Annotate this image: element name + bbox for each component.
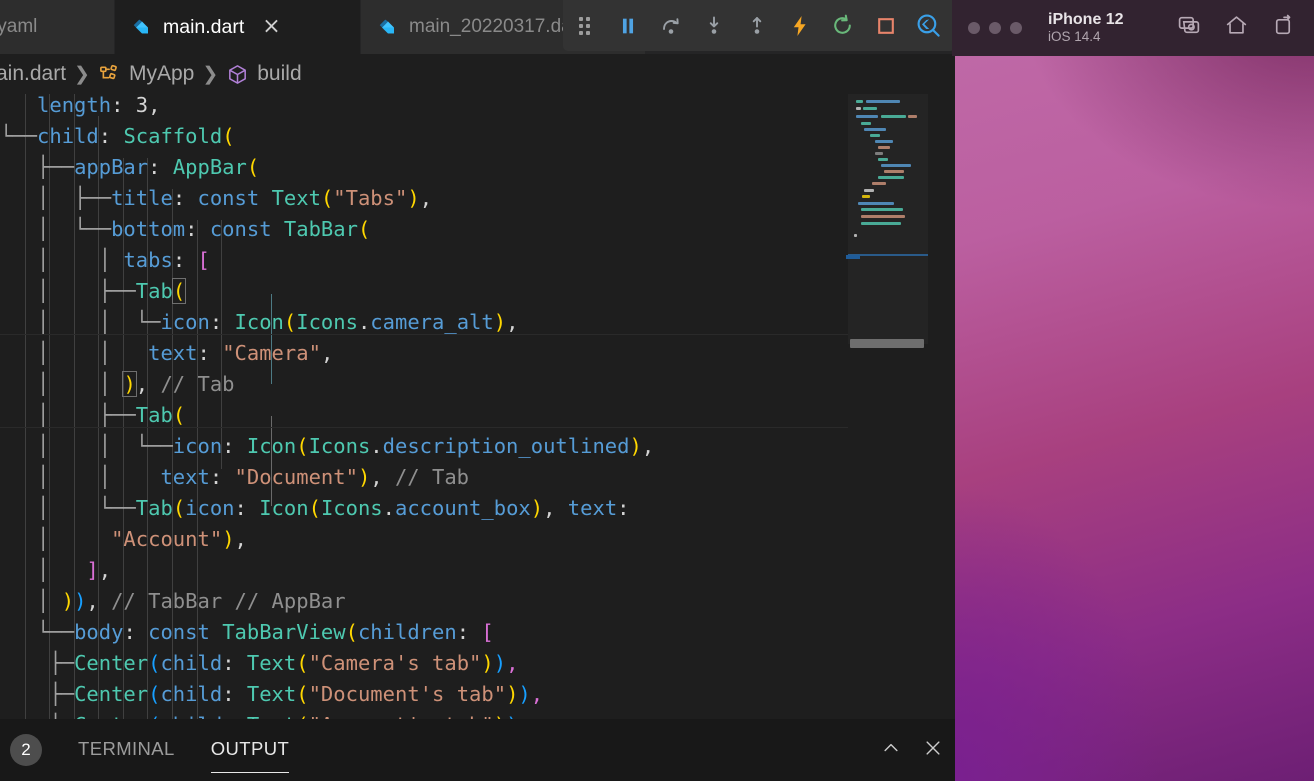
- close-icon[interactable]: ×: [262, 16, 280, 38]
- minimize-button: [989, 22, 1001, 34]
- dart-file-icon: [131, 16, 153, 38]
- panel-actions: [881, 738, 955, 763]
- simulator-actions: [1177, 13, 1314, 43]
- chevron-up-icon[interactable]: [881, 738, 901, 763]
- breadcrumb: ain.dart ❯ MyApp ❯ build: [0, 54, 955, 94]
- window-controls[interactable]: [968, 22, 1022, 34]
- editor-tab-main-dart[interactable]: main.dart ×: [115, 0, 361, 54]
- tab-terminal[interactable]: TERMINAL: [78, 738, 175, 763]
- breadcrumb-item-method[interactable]: build: [257, 62, 301, 86]
- simulator-device-info: iPhone 12 iOS 14.4: [1048, 11, 1124, 45]
- minimap-slider[interactable]: [848, 94, 928, 344]
- drag-handle-icon[interactable]: [563, 0, 606, 51]
- horizontal-scrollbar-thumb[interactable]: [850, 339, 924, 348]
- debug-toolbar: [563, 0, 955, 51]
- editor-scrollbar[interactable]: [928, 94, 955, 719]
- zoom-button: [1010, 22, 1022, 34]
- step-out-icon[interactable]: [735, 0, 778, 51]
- panel-tab-bar: 2 TERMINAL OUTPUT: [0, 719, 955, 781]
- method-cube-icon: [226, 63, 249, 86]
- code-editor[interactable]: length: 3, └──child: Scaffold( ├──appBar…: [0, 94, 955, 719]
- editor-tab-label: .yaml: [0, 16, 38, 37]
- flutter-inspector-icon[interactable]: [907, 0, 950, 51]
- editor-tab-yaml[interactable]: .yaml: [0, 0, 115, 54]
- minimap-current-line: [848, 254, 928, 256]
- class-icon: [98, 63, 121, 86]
- step-into-icon[interactable]: [692, 0, 735, 51]
- close-icon[interactable]: [923, 738, 943, 763]
- breadcrumb-item-file[interactable]: ain.dart: [0, 62, 66, 86]
- screenshot-icon[interactable]: [1177, 13, 1202, 43]
- home-icon[interactable]: [1224, 13, 1249, 43]
- breadcrumb-separator-icon: ❯: [74, 63, 90, 85]
- os-version: iOS 14.4: [1048, 29, 1101, 45]
- rotate-icon[interactable]: [1271, 13, 1296, 43]
- pause-icon[interactable]: [606, 0, 649, 51]
- tab-output[interactable]: OUTPUT: [210, 738, 290, 773]
- dart-file-icon: [377, 16, 399, 38]
- code-viewport[interactable]: length: 3, └──child: Scaffold( ├──appBar…: [0, 94, 848, 719]
- editor-tab-label: main.dart: [163, 15, 245, 38]
- editor-tab-label: main_20220317.dar: [409, 16, 579, 37]
- device-name: iPhone 12: [1048, 11, 1124, 29]
- source-code[interactable]: length: 3, └──child: Scaffold( ├──appBar…: [0, 94, 654, 719]
- simulator-title-bar[interactable]: iPhone 12 iOS 14.4: [952, 0, 1314, 56]
- step-over-icon[interactable]: [649, 0, 692, 51]
- hot-restart-icon[interactable]: [821, 0, 864, 51]
- hot-reload-icon[interactable]: [778, 0, 821, 51]
- vscode-window: .yaml main.dart × main_20220317.dar: [0, 0, 955, 781]
- minimap-decoration: [846, 255, 860, 259]
- breadcrumb-separator-icon: ❯: [202, 63, 219, 85]
- ios-simulator: iPhone 12 iOS 14.4: [952, 0, 1314, 781]
- stop-icon[interactable]: [864, 0, 907, 51]
- panel-count-badge: 2: [10, 734, 42, 766]
- close-button: [968, 22, 980, 34]
- breadcrumb-item-class[interactable]: MyApp: [129, 62, 194, 86]
- bottom-panel: 2 TERMINAL OUTPUT: [0, 719, 955, 781]
